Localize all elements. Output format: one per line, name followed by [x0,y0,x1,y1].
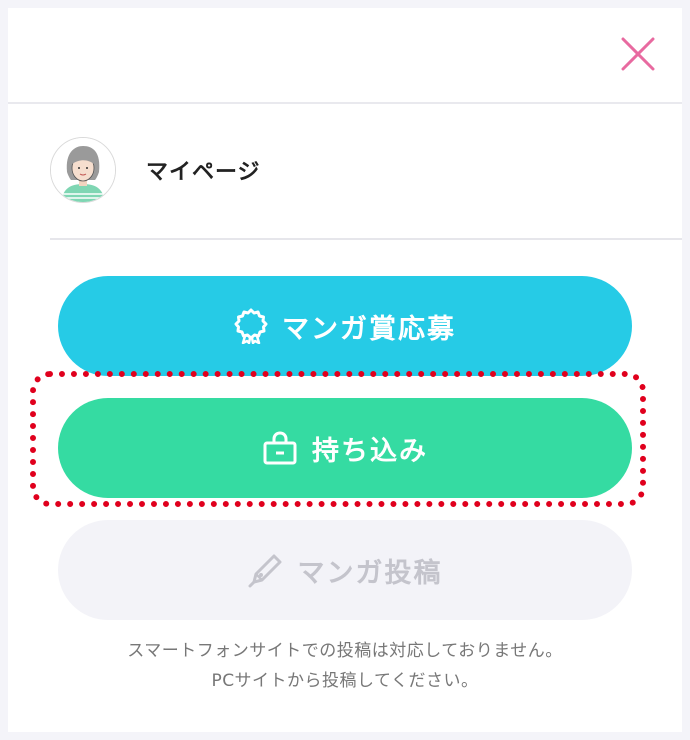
menu-panel: マイページ マンガ賞応募 持ち込み マンガ投稿 スマートフォンサイトでの投稿は対… [8,8,682,732]
manga-post-label: マンガ投稿 [297,557,443,589]
user-avatar-icon [51,138,115,202]
bring-in-button[interactable]: 持ち込み [58,398,632,498]
avatar [50,137,116,203]
bag-icon [263,431,297,465]
post-notice-line1: スマートフォンサイトでの投稿は対応しておりません。 [127,641,563,661]
manga-award-button[interactable]: マンガ賞応募 [58,276,632,376]
award-ribbon-icon [234,308,268,344]
pen-icon [248,554,281,588]
mypage-label: マイページ [146,160,261,185]
bring-in-label: 持ち込み [312,435,428,467]
post-notice-line2: PCサイトから投稿してください。 [211,671,479,691]
close-button[interactable] [618,34,658,74]
manga-award-label: マンガ賞応募 [282,313,456,345]
close-icon [621,37,655,71]
post-notice: スマートフォンサイトでの投稿は対応しておりません。 PCサイトから投稿してくださ… [8,636,682,696]
menu-header [8,8,682,104]
manga-post-button: マンガ投稿 [58,520,632,620]
mypage-link[interactable]: マイページ [50,104,682,240]
